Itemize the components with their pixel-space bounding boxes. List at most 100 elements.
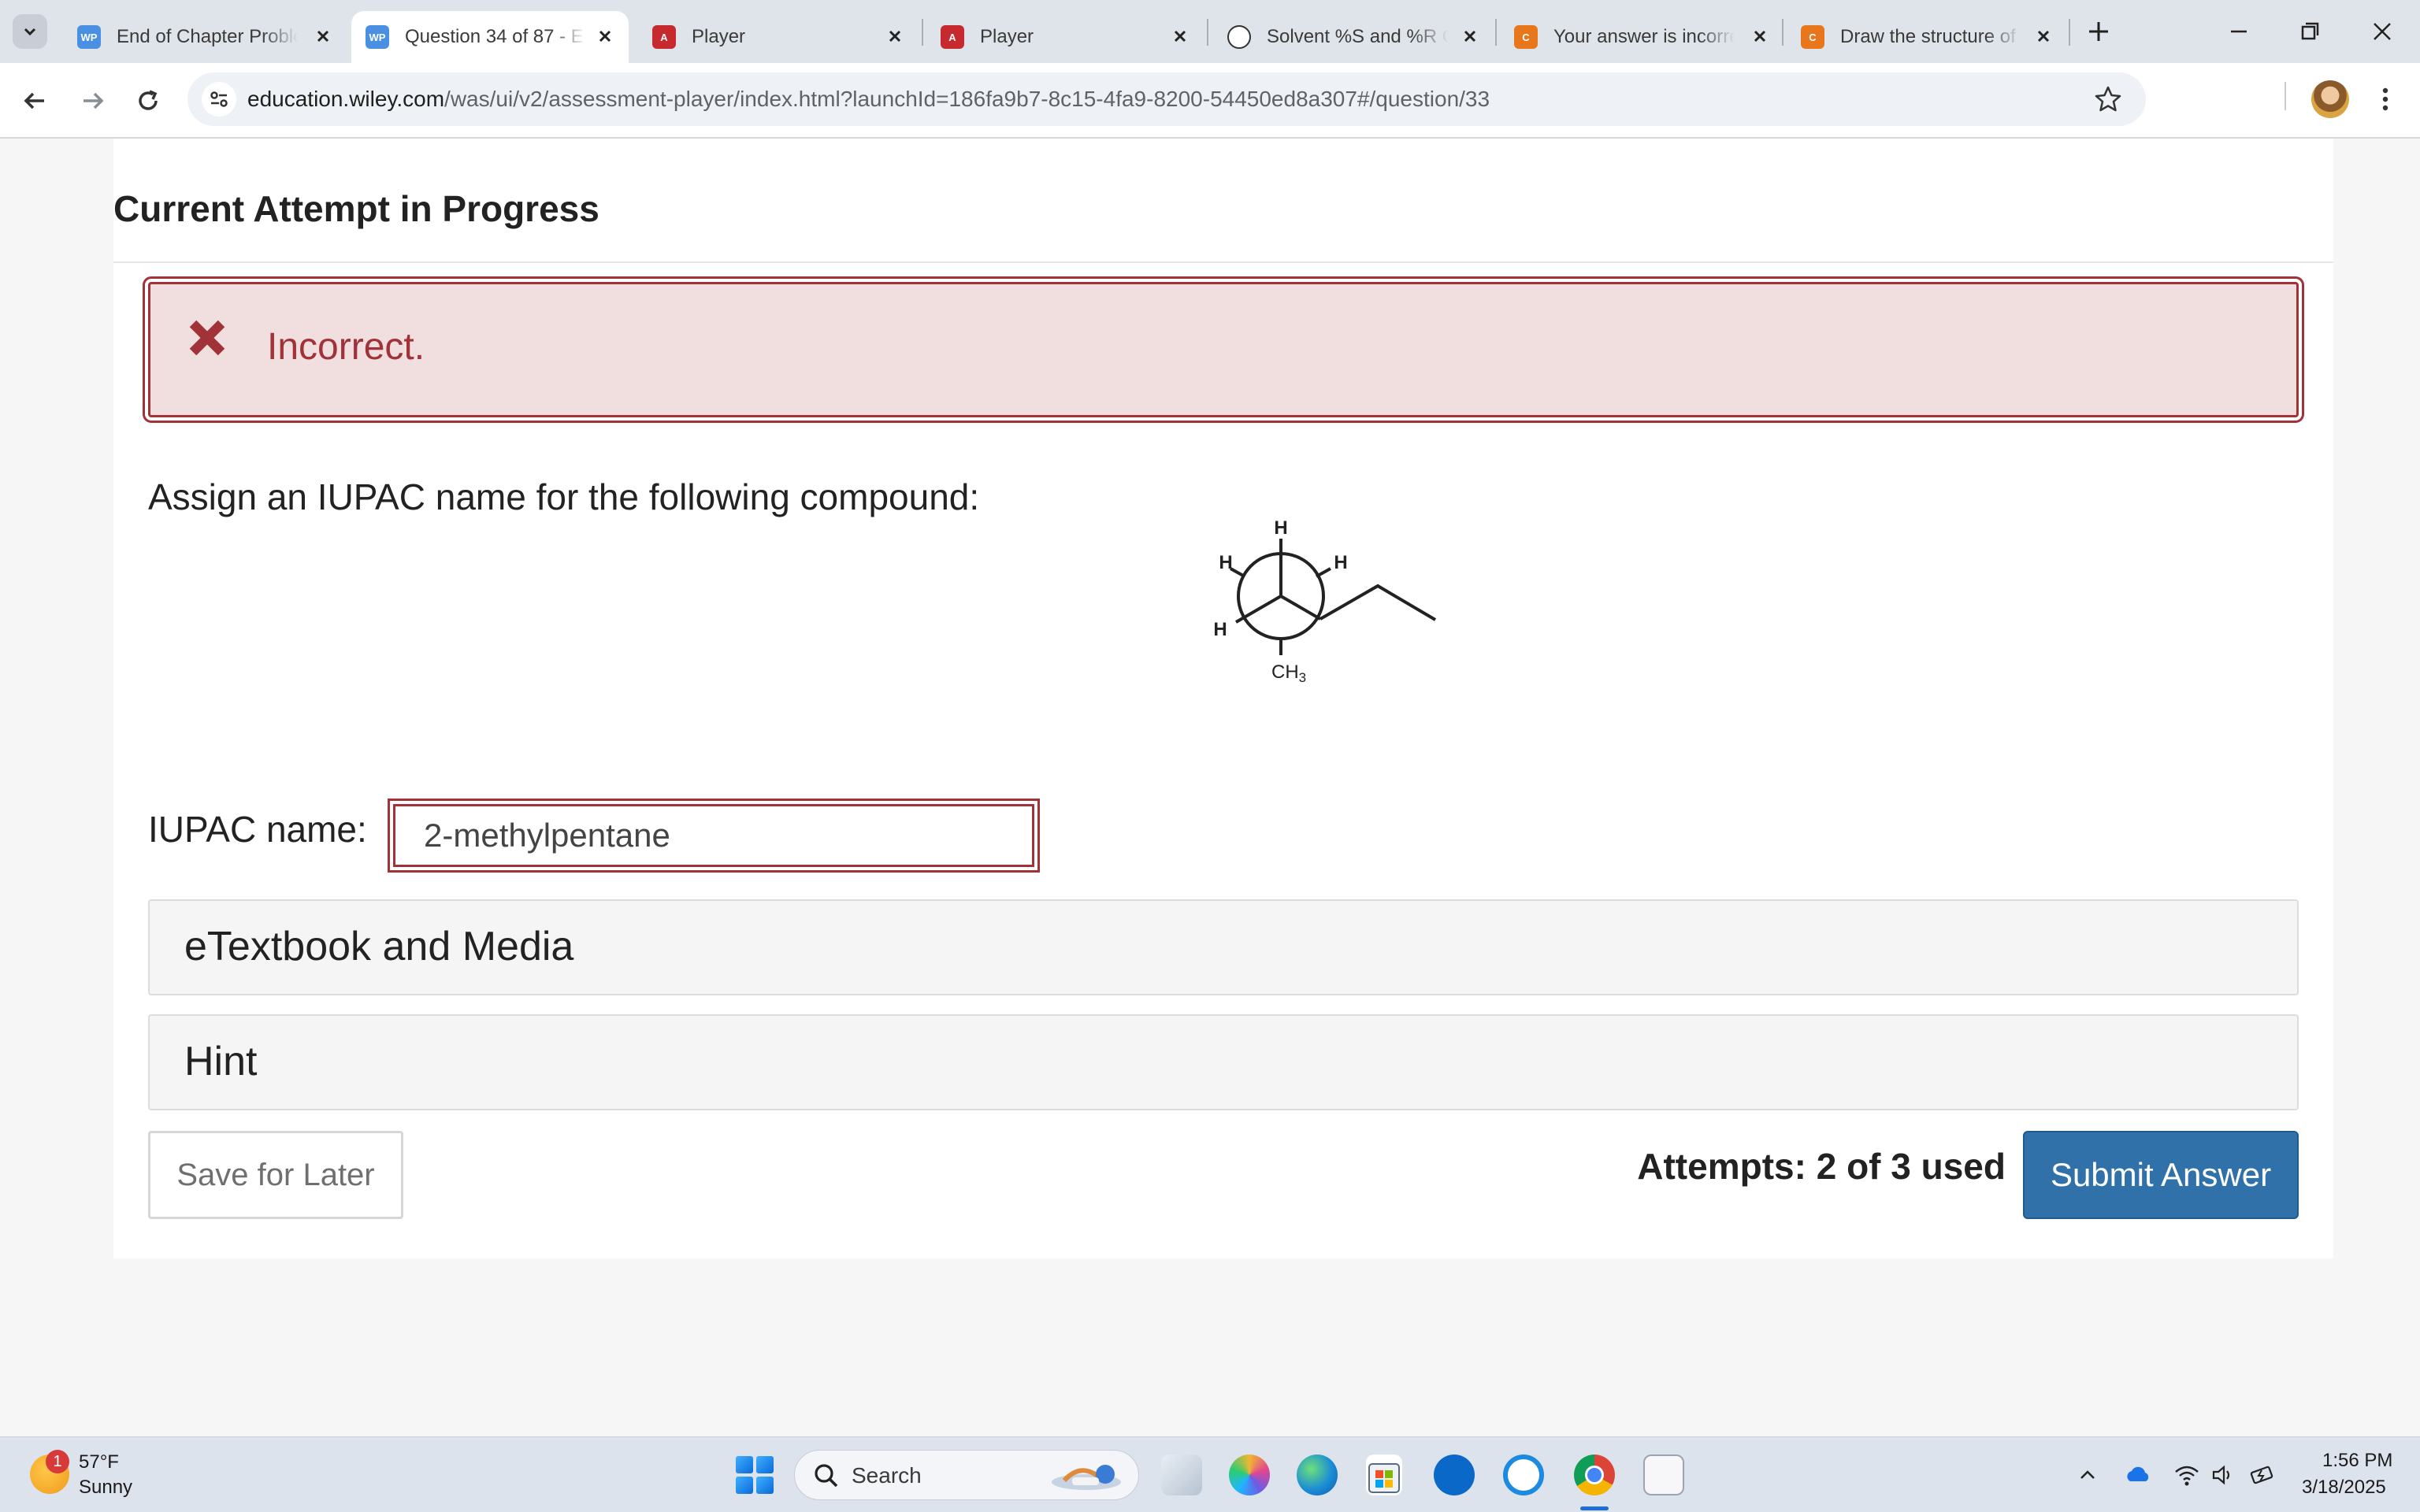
- taskbar-search[interactable]: Search: [794, 1450, 1139, 1500]
- angular-icon: A: [941, 25, 964, 49]
- iupac-name-input[interactable]: 2-methylpentane: [393, 804, 1034, 867]
- forward-button[interactable]: [74, 82, 112, 120]
- clock-time[interactable]: 1:56 PM: [2322, 1450, 2392, 1472]
- label-front-top: H: [1274, 517, 1287, 539]
- feedback-message: Incorrect.: [267, 326, 425, 368]
- back-bond-upper-left: [1230, 567, 1245, 578]
- tab-separator: [922, 19, 923, 46]
- close-icon[interactable]: [1459, 25, 1481, 47]
- close-icon[interactable]: [1169, 25, 1191, 47]
- url-text: education.wiley.com/was/ui/v2/assessment…: [247, 87, 1490, 112]
- snipping-tool-icon[interactable]: [1643, 1455, 1684, 1495]
- iupac-name-field[interactable]: 2-methylpentane: [388, 799, 1040, 873]
- weather-temperature: 57°F: [79, 1451, 119, 1473]
- profile-avatar[interactable]: [2311, 80, 2349, 118]
- tab-search-button[interactable]: [13, 14, 47, 49]
- arrow-left-icon: [24, 92, 44, 109]
- close-icon[interactable]: [1749, 25, 1771, 47]
- toolbar-divider: [2285, 82, 2286, 110]
- browser-tab[interactable]: A Player: [926, 11, 1204, 63]
- site-info-button[interactable]: [202, 82, 236, 117]
- browser-tab[interactable]: A Player: [638, 11, 919, 63]
- tab-title: Solvent %S and %R C: [1267, 26, 1448, 47]
- search-highlight-illustration-icon: [1052, 1465, 1121, 1490]
- store-bag-icon: [1368, 1463, 1400, 1493]
- page-content: Current Attempt in Progress Incorrect. A…: [0, 139, 2420, 1436]
- chevron-down-icon: [24, 28, 36, 36]
- tab-separator: [2069, 19, 2070, 46]
- close-icon[interactable]: [312, 25, 334, 47]
- start-button[interactable]: [736, 1456, 774, 1494]
- weather-condition: Sunny: [79, 1477, 133, 1498]
- wileyplus-icon: WP: [366, 25, 389, 49]
- chrome-center: [1585, 1466, 1604, 1484]
- label-methyl-ch: CH: [1271, 662, 1299, 683]
- front-bond-right: [1279, 595, 1322, 621]
- chrome-icon[interactable]: [1574, 1455, 1615, 1495]
- new-tab-plus-icon[interactable]: [2083, 16, 2114, 47]
- chegg-icon: C: [1801, 25, 1824, 49]
- onedrive-cloud-icon[interactable]: [2124, 1461, 2152, 1489]
- arrow-right-icon: [84, 92, 104, 109]
- search-icon: [815, 1464, 838, 1488]
- close-icon[interactable]: [594, 25, 616, 47]
- microsoft-store-icon[interactable]: [1366, 1455, 1402, 1495]
- browser-tab-active[interactable]: WP Question 34 of 87 - E: [351, 11, 629, 63]
- tab-title: Draw the structure of: [1840, 26, 2016, 47]
- browser-tab[interactable]: Solvent %S and %R C: [1213, 11, 1494, 63]
- battery-charging-icon[interactable]: [2248, 1461, 2277, 1489]
- iupac-name-label: IUPAC name:: [148, 809, 367, 850]
- tab-title: Player: [692, 26, 746, 47]
- clock-date[interactable]: 3/18/2025: [2302, 1477, 2386, 1499]
- etextbook-media-panel[interactable]: eTextbook and Media: [148, 899, 2299, 995]
- dell-icon[interactable]: [1434, 1455, 1475, 1495]
- back-button[interactable]: [16, 82, 54, 120]
- label-methyl-subscript: 3: [1299, 670, 1306, 685]
- browser-toolbar: education.wiley.com/was/ui/v2/assessment…: [0, 63, 2420, 176]
- active-app-indicator: [1580, 1506, 1609, 1510]
- tab-title: Player: [980, 26, 1034, 47]
- task-view-icon[interactable]: [1161, 1455, 1202, 1495]
- chevron-up-icon[interactable]: [2073, 1461, 2102, 1489]
- tab-separator: [1782, 19, 1783, 46]
- tab-title: End of Chapter Problems: [117, 26, 298, 47]
- address-bar[interactable]: education.wiley.com/was/ui/v2/assessment…: [187, 72, 2146, 126]
- alexa-icon[interactable]: [1503, 1455, 1544, 1495]
- save-for-later-button[interactable]: Save for Later: [148, 1131, 403, 1219]
- close-icon[interactable]: [2032, 25, 2054, 47]
- label-back-left: H: [1219, 552, 1232, 573]
- browser-tab-strip: WP End of Chapter Problems WP Question 3…: [0, 0, 2420, 63]
- propyl-chain: [1319, 584, 1437, 621]
- back-bond-upper-right: [1316, 567, 1331, 578]
- volume-icon[interactable]: [2209, 1461, 2237, 1489]
- close-window-icon[interactable]: [2366, 16, 2398, 47]
- bookmark-star-icon[interactable]: [2092, 83, 2124, 115]
- close-icon[interactable]: [884, 25, 906, 47]
- edge-browser-icon[interactable]: [1297, 1455, 1338, 1495]
- feedback-alert: Incorrect.: [143, 276, 2304, 423]
- tab-title: Question 34 of 87 - E: [405, 26, 584, 47]
- label-back-right: H: [1334, 552, 1347, 573]
- restore-icon[interactable]: [2294, 16, 2325, 47]
- browser-menu-button[interactable]: [2368, 82, 2403, 117]
- label-methyl: CH3: [1271, 662, 1306, 685]
- question-card: Current Attempt in Progress Incorrect. A…: [113, 139, 2333, 1258]
- browser-tab[interactable]: C Draw the structure of: [1787, 11, 2067, 63]
- more-vertical-icon: [2382, 87, 2388, 111]
- hint-panel[interactable]: Hint: [148, 1014, 2299, 1110]
- attempts-counter: Attempts: 2 of 3 used: [1637, 1146, 2006, 1187]
- wileyplus-icon: WP: [77, 25, 101, 49]
- tune-icon: [210, 91, 228, 107]
- front-bond-left: [1234, 595, 1282, 624]
- divider: [113, 261, 2333, 263]
- browser-tab[interactable]: WP End of Chapter Problems: [63, 11, 347, 63]
- reload-button[interactable]: [129, 82, 167, 120]
- wifi-icon[interactable]: [2173, 1461, 2201, 1489]
- tab-separator: [1207, 19, 1208, 46]
- browser-tab[interactable]: C Your answer is incorrect: [1500, 11, 1783, 63]
- minimize-icon[interactable]: [2223, 16, 2255, 47]
- panel-label: Hint: [184, 1039, 258, 1084]
- panel-label: eTextbook and Media: [184, 924, 574, 969]
- submit-answer-button[interactable]: Submit Answer: [2023, 1131, 2299, 1219]
- copilot-icon[interactable]: [1229, 1455, 1270, 1495]
